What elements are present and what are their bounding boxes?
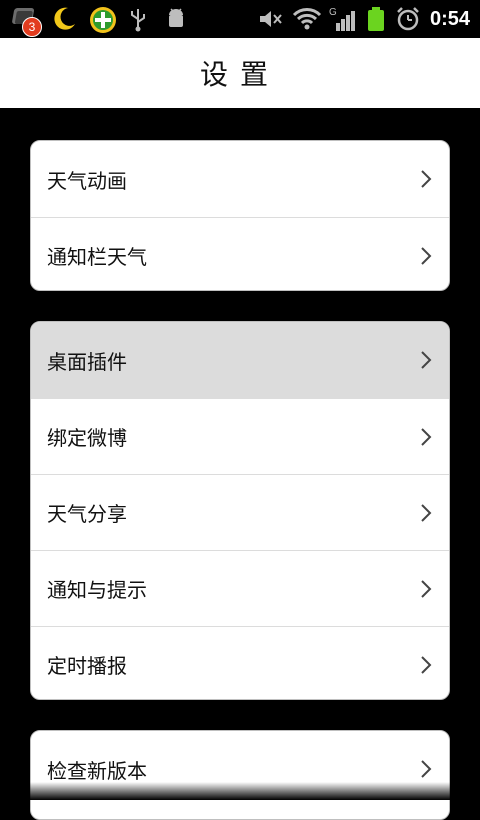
mute-icon (256, 5, 284, 33)
setting-item-label: 通知栏天气 (47, 245, 147, 269)
chevron-right-icon (421, 170, 432, 188)
battery-icon (366, 5, 386, 33)
moon-icon[interactable] (50, 5, 78, 33)
setting-item-bind-weibo[interactable]: 绑定微博 (31, 398, 449, 474)
chevron-right-icon (421, 351, 432, 369)
settings-group-features: 桌面插件 绑定微博 天气分享 通知与提示 定时播报 (30, 321, 450, 700)
setting-item-label: 定时播报 (47, 654, 127, 678)
network-type-label: G (329, 7, 337, 18)
settings-group-display: 天气动画 通知栏天气 (30, 140, 450, 291)
android-debug-icon (164, 5, 192, 33)
title-bar: 设置 (0, 38, 480, 108)
app-notification-icon[interactable]: 3 (12, 5, 42, 37)
security-plus-icon[interactable] (88, 5, 116, 33)
chevron-right-icon (421, 655, 432, 674)
status-bar-left: 3 (12, 2, 202, 37)
setting-item-desktop-widget[interactable]: 桌面插件 (31, 322, 449, 398)
setting-item-weather-share[interactable]: 天气分享 (31, 474, 449, 550)
setting-item-notification-bar-weather[interactable]: 通知栏天气 (31, 217, 449, 290)
setting-item-weather-animation[interactable]: 天气动画 (31, 141, 449, 217)
chevron-right-icon (421, 503, 432, 522)
alarm-icon (394, 5, 422, 33)
status-bar-right: G 0:54 (256, 2, 470, 36)
setting-item-notifications-alerts[interactable]: 通知与提示 (31, 550, 449, 626)
bottom-scroll-fade (0, 782, 480, 800)
page-title: 设置 (199, 58, 280, 91)
notification-count-badge: 3 (22, 17, 42, 37)
setting-item-label: 天气分享 (47, 502, 127, 526)
chevron-right-icon (421, 427, 432, 446)
setting-item-label: 绑定微博 (47, 426, 127, 450)
chevron-right-icon (421, 246, 432, 265)
setting-item-scheduled-broadcast[interactable]: 定时播报 (31, 626, 449, 699)
setting-item-label: 天气动画 (47, 168, 127, 193)
status-clock: 0:54 (429, 7, 470, 30)
usb-icon (126, 5, 154, 33)
settings-group-about: 检查新版本 (30, 730, 450, 820)
chevron-right-icon (421, 579, 432, 598)
setting-item-label: 通知与提示 (47, 578, 147, 602)
chevron-right-icon (421, 760, 432, 778)
signal-icon: G (328, 5, 358, 33)
wifi-icon (292, 5, 322, 33)
setting-item-label: 桌面插件 (47, 349, 127, 374)
status-bar: 3 G 0:54 (0, 0, 480, 38)
setting-item-label: 检查新版本 (47, 758, 147, 783)
